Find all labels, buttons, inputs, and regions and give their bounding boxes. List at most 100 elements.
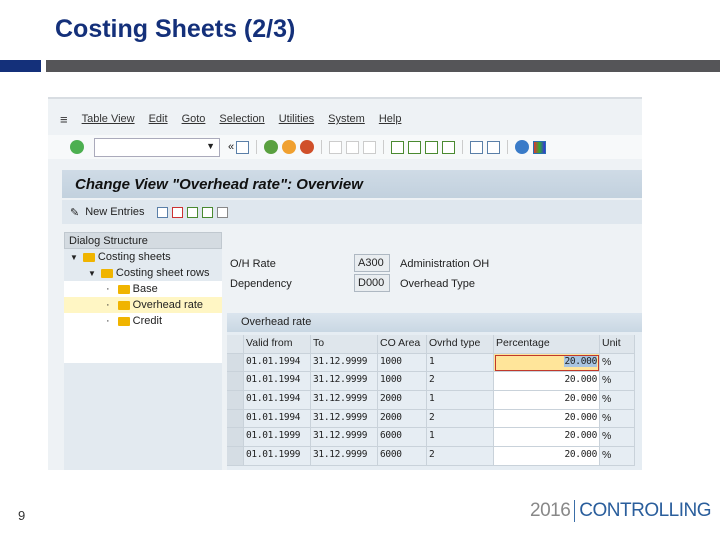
menu-selection[interactable]: Selection — [219, 113, 264, 125]
expand-icon[interactable]: ▼ — [88, 269, 96, 278]
row-selector[interactable] — [227, 409, 244, 429]
table-row: 01.01.1994 31.12.9999 1000 1 20.000% — [227, 353, 635, 373]
deselect-all-icon[interactable] — [216, 206, 228, 218]
tree-item-base[interactable]: · Base — [64, 281, 222, 297]
previous-page-icon[interactable] — [408, 140, 422, 154]
first-page-icon[interactable] — [391, 140, 405, 154]
command-field[interactable]: ▼ — [94, 137, 220, 157]
co-area-cell: 2000 — [378, 409, 427, 429]
dialog-structure-header: Dialog Structure — [64, 232, 222, 249]
cancel-icon[interactable] — [300, 140, 315, 154]
folder-icon — [82, 252, 95, 262]
tree-item-label: Costing sheets — [97, 251, 171, 263]
percentage-field[interactable]: 20.000 — [494, 447, 600, 466]
tree-item-credit[interactable]: · Credit — [64, 313, 222, 329]
separator — [507, 140, 509, 154]
unit-cell: % — [600, 353, 635, 373]
to-cell: 31.12.9999 — [311, 447, 378, 466]
shortcut-icon[interactable] — [487, 140, 501, 154]
overhead-type-cell: 2 — [427, 372, 494, 392]
menu-goto[interactable]: Goto — [182, 113, 206, 125]
column-header[interactable]: CO Area — [378, 335, 427, 354]
table-row: 01.01.1994 31.12.9999 1000 2 20.000% — [227, 372, 635, 392]
print-icon[interactable] — [329, 140, 343, 154]
select-all-icon[interactable] — [186, 206, 198, 218]
row-selector[interactable] — [227, 391, 244, 410]
row-selector[interactable] — [227, 447, 244, 466]
column-header[interactable]: Ovrhd type — [427, 335, 494, 354]
dependency-field[interactable]: D000 — [354, 274, 390, 292]
co-area-cell: 6000 — [378, 428, 427, 448]
percentage-field[interactable]: 20.000 — [494, 353, 600, 373]
column-header[interactable]: Percentage — [494, 335, 600, 354]
slide-title: Costing Sheets (2/3) — [55, 15, 296, 43]
menu-icon[interactable]: ≡ — [60, 112, 68, 127]
tree-item-overhead-rate[interactable]: · Overhead rate — [64, 297, 222, 313]
table-grid: Valid from To CO Area Ovrhd type Percent… — [227, 335, 635, 466]
collapse-icon[interactable]: « — [228, 141, 234, 153]
oh-rate-field[interactable]: A300 — [354, 254, 390, 272]
column-header[interactable]: To — [311, 335, 378, 354]
menu-utilities[interactable]: Utilities — [279, 113, 314, 125]
separator — [321, 140, 323, 154]
percentage-field[interactable]: 20.000 — [494, 372, 600, 392]
unit-cell: % — [600, 409, 635, 429]
find-icon[interactable] — [346, 140, 360, 154]
row-selector[interactable] — [227, 372, 244, 392]
exit-icon[interactable] — [282, 140, 297, 154]
co-area-cell: 1000 — [378, 353, 427, 373]
to-cell: 31.12.9999 — [311, 372, 378, 392]
layout-menu-icon[interactable] — [533, 140, 547, 154]
last-page-icon[interactable] — [442, 140, 456, 154]
column-header[interactable]: Valid from — [244, 335, 311, 354]
help-icon[interactable] — [515, 140, 530, 154]
table-row: 01.01.1999 31.12.9999 6000 1 20.000% — [227, 428, 635, 448]
select-all-cell[interactable] — [227, 335, 244, 354]
table-header-row: Valid from To CO Area Ovrhd type Percent… — [227, 335, 635, 354]
tree-item-costing-sheet-rows[interactable]: ▼ Costing sheet rows — [64, 265, 222, 281]
save-icon[interactable] — [236, 140, 250, 154]
select-block-icon[interactable] — [201, 206, 213, 218]
sap-window: ≡ Table View Edit Goto Selection Utiliti… — [48, 97, 642, 470]
system-toolbar: ▼ « — [48, 135, 642, 159]
to-cell: 31.12.9999 — [311, 409, 378, 429]
enter-icon[interactable] — [70, 140, 84, 154]
overhead-type-cell: 1 — [427, 391, 494, 410]
to-cell: 31.12.9999 — [311, 353, 378, 373]
unit-cell: % — [600, 428, 635, 448]
logo-separator — [574, 500, 576, 522]
back-icon[interactable] — [264, 140, 279, 154]
valid-from-cell: 01.01.1999 — [244, 428, 311, 448]
copy-icon[interactable] — [156, 206, 168, 218]
percentage-field[interactable]: 20.000 — [494, 409, 600, 429]
separator — [256, 140, 258, 154]
delete-icon[interactable] — [171, 206, 183, 218]
new-entries-button[interactable]: New Entries — [85, 206, 144, 218]
expand-icon[interactable]: ▼ — [70, 253, 78, 262]
title-divider-bar — [46, 60, 720, 72]
percentage-field[interactable]: 20.000 — [494, 391, 600, 410]
valid-from-cell: 01.01.1999 — [244, 447, 311, 466]
chevron-down-icon[interactable]: ▼ — [206, 141, 215, 151]
table-row: 01.01.1994 31.12.9999 2000 1 20.000% — [227, 391, 635, 410]
tree-item-costing-sheets[interactable]: ▼ Costing sheets — [64, 249, 222, 265]
glasses-pencil-icon[interactable]: ✎ — [70, 206, 79, 219]
next-page-icon[interactable] — [425, 140, 439, 154]
folder-icon — [100, 268, 113, 278]
overhead-type-cell: 2 — [427, 447, 494, 466]
menu-help[interactable]: Help — [379, 113, 402, 125]
menu-table-view[interactable]: Table View — [82, 113, 135, 125]
new-session-icon[interactable] — [470, 140, 484, 154]
percentage-field[interactable]: 20.000 — [494, 428, 600, 448]
row-selector[interactable] — [227, 353, 244, 373]
tree-item-label: Overhead rate — [132, 299, 203, 311]
oh-rate-label: O/H Rate — [230, 258, 276, 270]
row-selector[interactable] — [227, 428, 244, 448]
column-header[interactable]: Unit — [600, 335, 635, 354]
overhead-type-cell: 1 — [427, 428, 494, 448]
unit-cell: % — [600, 447, 635, 466]
find-next-icon[interactable] — [363, 140, 377, 154]
table-row: 01.01.1994 31.12.9999 2000 2 20.000% — [227, 409, 635, 429]
menu-system[interactable]: System — [328, 113, 365, 125]
menu-edit[interactable]: Edit — [149, 113, 168, 125]
